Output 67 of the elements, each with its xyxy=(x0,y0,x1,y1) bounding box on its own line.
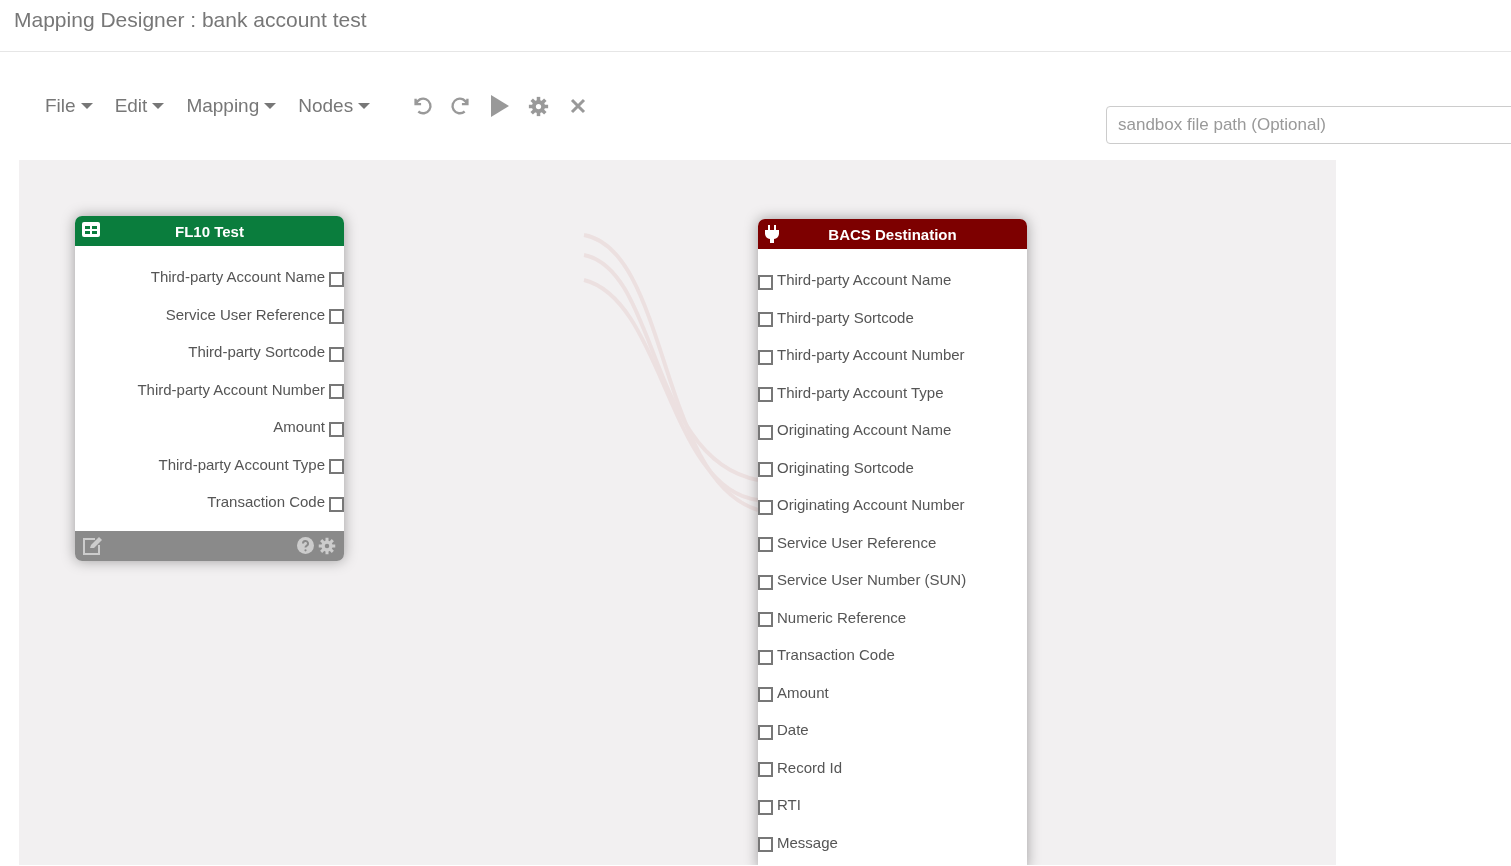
port-handle[interactable] xyxy=(329,496,344,512)
port-handle[interactable] xyxy=(758,687,773,703)
port-handle[interactable] xyxy=(758,312,773,328)
port-handle[interactable] xyxy=(758,574,773,590)
field-label: Record Id xyxy=(777,758,843,776)
redo-icon xyxy=(449,95,472,117)
field-label: Amount xyxy=(777,683,829,701)
port-handle[interactable] xyxy=(329,309,344,325)
menu-button[interactable]: File xyxy=(36,89,102,123)
input-field[interactable]: sandbox file path (Optional) xyxy=(1106,106,1511,144)
menu-button[interactable]: Edit xyxy=(105,89,174,123)
field-label: Third-party Sortcode xyxy=(777,308,914,326)
field-label: Date xyxy=(777,721,809,739)
field-label: Third-party Account Name xyxy=(150,268,325,286)
menu-button[interactable]: Nodes xyxy=(289,89,380,123)
field-label: Transaction Code xyxy=(777,646,895,664)
field-label: Numeric Reference xyxy=(777,608,907,626)
port-handle[interactable] xyxy=(329,459,344,475)
port-handle[interactable] xyxy=(329,384,344,400)
field-label: Third-party Account Type xyxy=(777,383,944,401)
field-label: Third-party Account Name xyxy=(777,271,952,289)
caret-icon xyxy=(358,103,371,109)
caret-icon xyxy=(152,103,165,109)
field-label: Third-party Account Type xyxy=(158,455,325,473)
field-label: Third-party Account Number xyxy=(777,346,965,364)
field-label: Service User Reference xyxy=(777,533,937,551)
port-handle[interactable] xyxy=(758,349,773,365)
field-label: Service User Reference xyxy=(165,305,325,323)
port-handle[interactable] xyxy=(758,649,773,665)
node-card[interactable]: FL10 Test Third-party Account Name Service User Reference Third-party Sortcode Third-party Account Number Amount Third-party Account Type Transaction Code xyxy=(75,216,344,561)
node-title: BACS Destination xyxy=(828,225,957,243)
port-handle[interactable] xyxy=(758,837,773,853)
window-title: Mapping Designer : bank account test xyxy=(14,7,367,33)
close-icon xyxy=(569,98,586,114)
gear-icon xyxy=(318,536,336,555)
port-handle[interactable] xyxy=(758,424,773,440)
port-handle[interactable] xyxy=(758,799,773,815)
field-label: Originating Sortcode xyxy=(777,458,914,476)
play-icon xyxy=(489,95,510,117)
port-handle[interactable] xyxy=(758,537,773,553)
field-label: Message xyxy=(777,833,838,851)
port-handle[interactable] xyxy=(758,762,773,778)
menu-button[interactable]: Mapping xyxy=(177,89,286,123)
field-label: Third-party Sortcode xyxy=(188,343,325,361)
port-handle[interactable] xyxy=(758,724,773,740)
field-label: Originating Account Name xyxy=(777,421,952,439)
port-handle[interactable] xyxy=(329,271,344,287)
caret-icon xyxy=(80,103,93,109)
port-handle[interactable] xyxy=(329,421,344,437)
field-label: Transaction Code xyxy=(207,493,325,511)
port-handle[interactable] xyxy=(758,274,773,290)
field-label: Originating Account Number xyxy=(777,496,965,514)
node-title: FL10 Test xyxy=(175,222,244,240)
field-label: Amount xyxy=(273,418,325,436)
node-card[interactable] xyxy=(758,219,1027,865)
field-label: Third-party Account Number xyxy=(137,380,325,398)
field-label: RTI xyxy=(777,796,801,814)
port-handle[interactable] xyxy=(329,346,344,362)
port-handle[interactable] xyxy=(758,387,773,403)
caret-icon xyxy=(264,103,277,109)
plug-icon xyxy=(765,225,779,243)
port-handle[interactable] xyxy=(758,499,773,515)
settings-icon xyxy=(528,95,550,117)
port-handle[interactable] xyxy=(758,612,773,628)
port-handle[interactable] xyxy=(758,462,773,478)
table-icon xyxy=(82,222,100,237)
field-label: Service User Number (SUN) xyxy=(777,571,967,589)
